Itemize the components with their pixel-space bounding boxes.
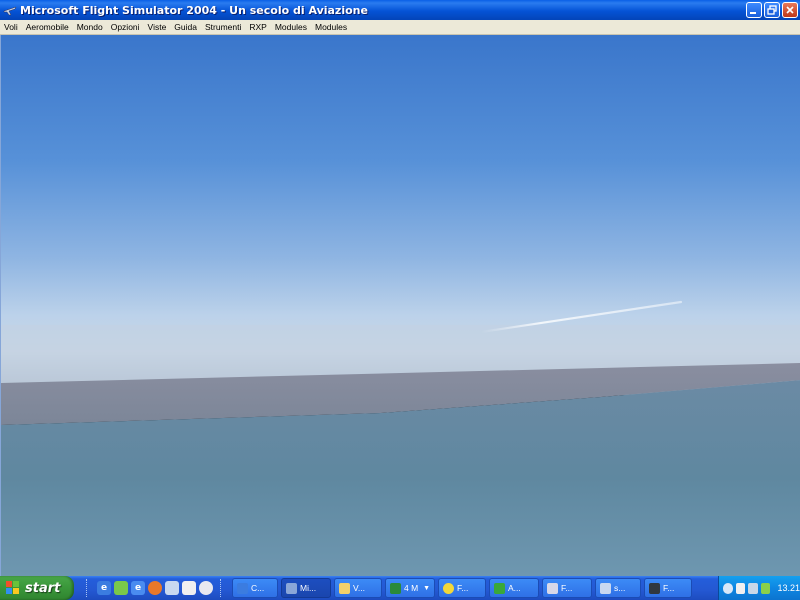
task-label: V...: [353, 583, 365, 593]
minimize-button[interactable]: [746, 2, 762, 18]
network-icon[interactable]: [165, 581, 179, 595]
close-icon: [786, 6, 794, 14]
task-label: F...: [561, 583, 573, 593]
menu-rxp[interactable]: RXP: [245, 20, 270, 35]
task-button-sun[interactable]: F...: [438, 578, 486, 598]
network-status-icon[interactable]: [735, 582, 746, 594]
messenger-status-icon[interactable]: [760, 582, 771, 594]
firefox-icon[interactable]: [148, 581, 162, 595]
taskbar: start e e C... Mi... V... 4 M ▼ F... A..…: [0, 576, 800, 600]
excel-icon: [390, 582, 401, 594]
media-player-icon[interactable]: [199, 581, 213, 595]
menu-strumenti[interactable]: Strumenti: [201, 20, 245, 35]
ie-icon-2[interactable]: e: [131, 581, 145, 595]
menu-opzioni[interactable]: Opzioni: [107, 20, 144, 35]
menu-bar: Voli Aeromobile Mondo Opzioni Viste Guid…: [0, 20, 800, 35]
flightsim-icon: [286, 582, 297, 594]
ie-icon: [237, 582, 248, 594]
tree-icon: [494, 582, 505, 594]
task-button-document[interactable]: s...: [595, 578, 641, 598]
menu-modules[interactable]: Modules: [271, 20, 311, 35]
menu-aeromobile[interactable]: Aeromobile: [22, 20, 73, 35]
document-icon: [600, 582, 611, 594]
close-button[interactable]: [782, 2, 798, 18]
task-button-ie[interactable]: C...: [232, 578, 278, 598]
mail-icon[interactable]: [182, 581, 196, 595]
quick-launch: e e: [82, 576, 228, 600]
group-dropdown-icon: ▼: [423, 584, 431, 592]
volume-icon[interactable]: [748, 582, 758, 594]
clock[interactable]: 13.21: [777, 583, 800, 593]
task-button-excel-group[interactable]: 4 M ▼: [385, 578, 435, 598]
menu-guida[interactable]: Guida: [170, 20, 201, 35]
menu-mondo[interactable]: Mondo: [73, 20, 107, 35]
task-button-monitor[interactable]: F...: [644, 578, 692, 598]
title-bar[interactable]: Microsoft Flight Simulator 2004 - Un sec…: [0, 0, 800, 20]
task-button-folder[interactable]: V...: [334, 578, 382, 598]
task-label: s...: [614, 583, 626, 593]
task-label: 4 M: [404, 583, 419, 593]
window-title: Microsoft Flight Simulator 2004 - Un sec…: [20, 3, 368, 17]
minimize-icon: [750, 12, 756, 14]
windows-logo-icon: [6, 581, 19, 594]
menu-modules-2[interactable]: Modules: [311, 20, 351, 35]
task-buttons: C... Mi... V... 4 M ▼ F... A... F... s..…: [232, 576, 692, 600]
task-label: Mi...: [300, 583, 317, 593]
start-button[interactable]: start: [0, 576, 74, 600]
task-button-plane[interactable]: F...: [542, 578, 592, 598]
task-label: A...: [508, 583, 521, 593]
task-button-flight-simulator[interactable]: Mi...: [281, 578, 331, 598]
folder-icon: [339, 582, 350, 594]
flight-simulator-icon: [3, 3, 17, 17]
sun-icon: [443, 582, 454, 594]
tasks-grip[interactable]: [220, 579, 224, 597]
menu-voli[interactable]: Voli: [0, 20, 22, 35]
monitor-icon: [649, 582, 660, 594]
messenger-icon[interactable]: [114, 581, 128, 595]
system-tray: 13.21: [718, 576, 800, 600]
start-label: start: [25, 580, 61, 596]
plane-icon: [547, 582, 558, 594]
restore-icon: [767, 5, 777, 15]
task-button-tree[interactable]: A...: [489, 578, 539, 598]
menu-viste[interactable]: Viste: [144, 20, 171, 35]
scenery-view: [1, 35, 800, 576]
task-label: C...: [251, 583, 265, 593]
tray-arrow-icon[interactable]: [723, 582, 733, 594]
simulator-viewport[interactable]: [0, 35, 800, 576]
task-label: F...: [457, 583, 469, 593]
quick-launch-grip[interactable]: [86, 579, 90, 597]
ie-icon[interactable]: e: [97, 581, 111, 595]
restore-button[interactable]: [764, 2, 780, 18]
task-label: F...: [663, 583, 675, 593]
